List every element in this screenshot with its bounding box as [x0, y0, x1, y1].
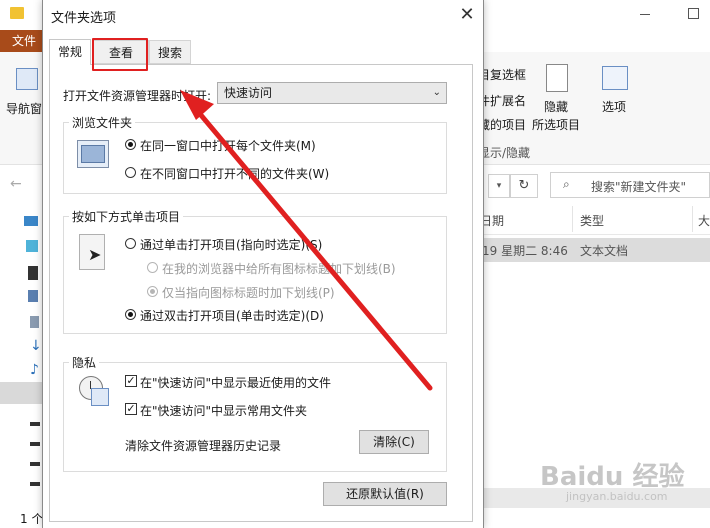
watermark-logo: Baidu 经验	[540, 462, 685, 492]
close-icon[interactable]: ✕	[453, 3, 481, 27]
drive-icon[interactable]	[30, 442, 40, 446]
radio-different-window-label[interactable]: 在不同窗口中打开不同的文件夹(W)	[140, 165, 329, 182]
file-row-date: 19 星期二 8:46	[482, 244, 568, 258]
column-type-header[interactable]: 类型	[580, 212, 604, 229]
ribbon-group-label: 显示/隐藏	[478, 146, 531, 160]
hide-label[interactable]: 隐藏	[544, 98, 568, 115]
radio-underline-hover-label[interactable]: 仅当指向图标标题时加下划线(P)	[162, 284, 335, 301]
radio-underline-all-label[interactable]: 在我的浏览器中给所有图标标题加下划线(B)	[162, 260, 396, 277]
dropdown-chevron-icon[interactable]: ▾	[488, 174, 510, 198]
document-stack-icon	[91, 388, 109, 406]
column-header-row: 日期 类型 大	[480, 206, 710, 235]
dialog-title: 文件夹选项	[51, 11, 117, 26]
privacy-title: 隐私	[69, 354, 100, 371]
annotation-highlight-box	[92, 38, 148, 71]
nav-pane-icon	[16, 68, 38, 90]
tab-general[interactable]: 常规	[49, 39, 91, 65]
click-items-title: 按如下方式单击项目	[69, 208, 184, 225]
ribbon-tab-file[interactable]: 文件	[0, 30, 42, 52]
watermark-url: jingyan.baidu.com	[566, 490, 668, 503]
column-size-header[interactable]: 大	[698, 212, 710, 229]
radio-underline-all[interactable]	[147, 262, 158, 273]
browse-folders-group	[63, 122, 447, 194]
column-divider[interactable]	[692, 206, 693, 232]
radio-same-window[interactable]	[125, 139, 136, 150]
search-box[interactable]: ⌕ 搜索"新建文件夹"	[550, 172, 710, 198]
back-arrow-icon[interactable]: ←	[10, 176, 22, 192]
status-item-count: 1 个	[20, 512, 44, 526]
pc-icon[interactable]	[24, 216, 38, 226]
radio-different-window[interactable]	[125, 167, 136, 178]
radio-double-click-label[interactable]: 通过双击打开项目(单击时选定)(D)	[140, 307, 324, 324]
hide-icon	[546, 64, 568, 92]
folder-options-dialog: 文件夹选项 ✕ 常规 查看 搜索 打开文件资源管理器时打开: 快速访问 ⌄ 浏览…	[42, 0, 484, 528]
clear-history-label: 清除文件资源管理器历史记录	[125, 439, 282, 453]
maximize-icon[interactable]	[688, 8, 699, 19]
checkbox-frequent-folders[interactable]: ✓	[125, 403, 137, 415]
video-icon[interactable]	[28, 266, 38, 280]
drive-icon[interactable]	[30, 482, 40, 486]
radio-double-click[interactable]	[125, 309, 136, 320]
file-row-type: 文本文档	[580, 244, 629, 258]
clear-history-button[interactable]: 清除(C)	[359, 430, 429, 454]
radio-same-window-label[interactable]: 在同一窗口中打开每个文件夹(M)	[140, 137, 316, 154]
options-icon	[602, 66, 628, 90]
drive-icon[interactable]	[30, 462, 40, 466]
checkbox-frequent-folders-label[interactable]: 在"快速访问"中显示常用文件夹	[140, 402, 307, 419]
downloads-icon[interactable]: ↓	[30, 338, 42, 354]
minimize-icon[interactable]	[640, 14, 650, 15]
tab-search[interactable]: 搜索	[149, 40, 191, 64]
desktop-icon[interactable]	[0, 382, 44, 404]
3d-objects-icon[interactable]	[26, 240, 38, 252]
open-explorer-select[interactable]: 快速访问 ⌄	[217, 82, 447, 104]
refresh-icon[interactable]: ↻	[510, 174, 538, 198]
nav-pane-label[interactable]: 导航窗	[6, 100, 42, 117]
restore-defaults-button[interactable]: 还原默认值(R)	[323, 482, 447, 506]
search-icon: ⌕	[563, 177, 570, 191]
open-explorer-value: 快速访问	[224, 86, 273, 100]
search-placeholder: 搜索"新建文件夹"	[591, 180, 687, 194]
folder-icon	[10, 7, 24, 19]
checkbox-recent-files-label[interactable]: 在"快速访问"中显示最近使用的文件	[140, 374, 331, 391]
drive-icon[interactable]	[30, 422, 40, 426]
radio-single-click[interactable]	[125, 238, 136, 249]
hide-selected-label[interactable]: 所选项目	[532, 116, 580, 133]
column-divider[interactable]	[572, 206, 573, 232]
music-icon[interactable]: ♪	[30, 362, 39, 378]
documents-icon[interactable]	[30, 316, 39, 328]
browse-folders-icon	[77, 140, 109, 168]
pictures-icon[interactable]	[28, 290, 38, 302]
chevron-down-icon: ⌄	[432, 87, 441, 98]
file-row[interactable]: 19 星期二 8:46 文本文档	[480, 238, 710, 262]
options-label[interactable]: 选项	[602, 98, 626, 115]
navigation-pane: ↓ ♪	[0, 210, 44, 510]
radio-single-click-label[interactable]: 通过单击打开项目(指向时选定)(S)	[140, 236, 322, 253]
open-explorer-label: 打开文件资源管理器时打开:	[63, 89, 212, 103]
pointer-icon: ➤	[79, 234, 105, 270]
checkbox-recent-files[interactable]: ✓	[125, 375, 137, 387]
browse-folders-title: 浏览文件夹	[69, 114, 136, 131]
radio-underline-hover[interactable]	[147, 286, 158, 297]
